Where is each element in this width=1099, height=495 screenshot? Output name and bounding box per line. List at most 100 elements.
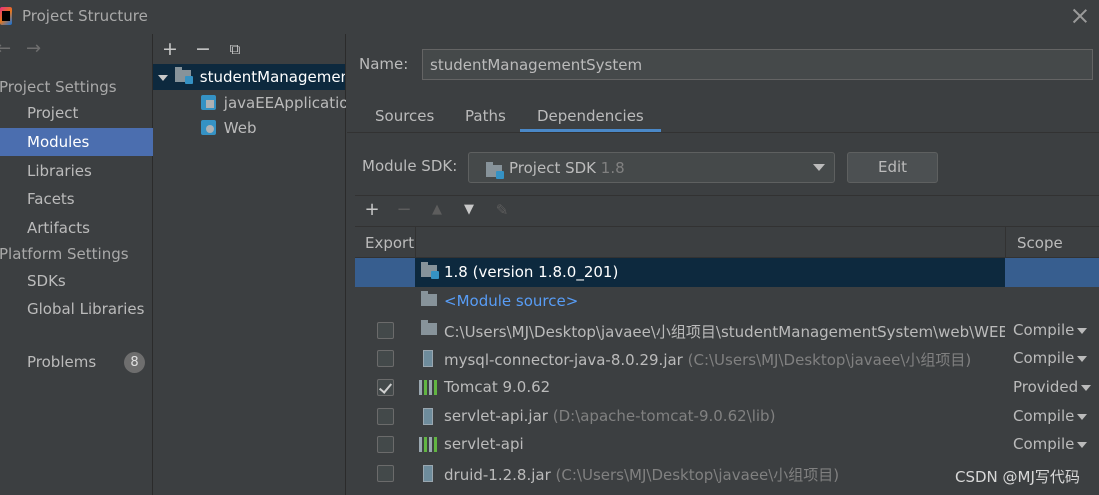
table-row[interactable]: C:\Users\MJ\Desktop\javaee\小组项目\studentM… [355,316,1099,345]
chevron-down-icon [1077,355,1088,362]
forward-arrow-icon[interactable]: → [26,40,44,58]
remove-icon[interactable]: − [194,40,212,59]
folder-icon [421,320,437,335]
tab-dependencies[interactable]: Dependencies [520,100,661,132]
scope-dropdown[interactable]: Compile [1013,435,1088,453]
export-checkbox[interactable] [377,350,394,367]
sdk-folder-icon [486,162,504,179]
web-facet-icon [201,119,216,135]
jdk-folder-icon [421,262,439,279]
scope-dropdown[interactable]: Compile [1013,407,1088,425]
tree-node-facet-web[interactable]: Web [153,115,346,141]
nav-item-modules[interactable]: Modules [0,128,153,156]
edit-sdk-button[interactable]: Edit [847,152,938,183]
add-dependency-icon[interactable]: + [363,200,381,220]
module-name-input[interactable] [422,49,1093,80]
table-row[interactable]: 1.8 (version 1.8.0_201) [355,258,1099,287]
export-checkbox-checked[interactable] [377,379,394,396]
module-sdk-label: Module SDK: [362,157,458,175]
csdn-watermark: CSDN @MJ写代码 [955,468,1080,486]
column-header-scope[interactable]: Scope [1017,234,1063,252]
javaee-facet-icon [201,94,216,110]
scope-dropdown[interactable]: Compile [1013,349,1088,367]
table-row[interactable]: mysql-connector-java-8.0.29.jar (C:\User… [355,344,1099,373]
nav-item-global-libraries[interactable]: Global Libraries [0,295,153,323]
table-row[interactable]: Tomcat 9.0.62 Provided [355,373,1099,402]
nav-item-libraries[interactable]: Libraries [0,157,153,185]
scope-dropdown[interactable]: Provided [1013,378,1092,396]
tree-node-label: Web [223,119,257,137]
jar-icon [423,408,433,425]
module-source-icon [421,291,437,306]
close-icon[interactable] [1070,6,1090,26]
module-folder-icon [175,67,193,84]
nav-item-project[interactable]: Project [0,99,153,127]
column-divider[interactable] [415,227,416,258]
tab-divider [347,132,1099,133]
edit-pencil-icon[interactable]: ✎ [493,200,511,220]
scope-dropdown[interactable]: Compile [1013,321,1088,339]
column-divider[interactable] [1005,227,1006,258]
module-sdk-dropdown[interactable]: Project SDK 1.8 [468,152,835,183]
scope-value: Compile [1013,349,1075,367]
library-icon [419,437,437,452]
intellij-logo-icon [0,7,12,25]
sdk-selected-value: Project SDK 1.8 [509,159,625,177]
export-checkbox[interactable] [377,322,394,339]
table-row[interactable]: servlet-api.jar (D:\apache-tomcat-9.0.62… [355,402,1099,431]
nav-item-artifacts[interactable]: Artifacts [0,214,153,242]
move-down-icon[interactable]: ▼ [460,200,478,220]
dependency-label: servlet-api.jar (D:\apache-tomcat-9.0.62… [444,407,775,425]
nav-item-facets[interactable]: Facets [0,185,153,213]
add-icon[interactable]: + [161,40,179,59]
sdk-version: 1.8 [600,159,625,177]
dependency-path: (D:\apache-tomcat-9.0.62\lib) [552,407,776,425]
row-selection-highlight [355,258,415,287]
column-header-export[interactable]: Export [365,234,414,252]
dependency-name: C:\Users\MJ\Desktop\javaee\小组项目\studentM… [444,323,1005,341]
scope-value: Provided [1013,378,1079,396]
library-icon [419,380,437,395]
export-checkbox[interactable] [377,465,394,482]
chevron-down-icon [1077,327,1088,334]
problems-count-badge: 8 [124,352,145,373]
dependency-path: (C:\Users\MJ\Desktop\javaee\小组项目) [555,466,840,484]
scope-value: Compile [1013,407,1075,425]
nav-item-sdks[interactable]: SDKs [0,267,153,295]
tree-node-label: javaEEApplication [223,94,346,112]
remove-dependency-icon[interactable]: − [395,200,413,220]
dependency-name: druid-1.2.8.jar [444,466,551,484]
row-selection-highlight [1005,258,1099,287]
tab-sources[interactable]: Sources [358,100,451,132]
table-row[interactable]: servlet-api Compile [355,430,1099,459]
copy-icon[interactable]: ⧉ [226,40,244,58]
jar-icon [423,350,433,367]
dependency-name: servlet-api [444,435,524,453]
table-header [355,227,1099,258]
tree-node-label: studentManagementSystem [199,68,345,86]
dependency-name: 1.8 (version 1.8.0_201) [444,263,619,281]
chevron-down-icon [1081,384,1092,391]
tree-node-root[interactable]: studentManagementSystem [153,64,345,90]
name-label: Name: [359,55,409,73]
window-title: Project Structure [22,7,148,25]
tab-paths[interactable]: Paths [448,100,523,132]
back-arrow-icon[interactable]: ← [0,40,14,58]
title-bar [0,0,1099,34]
scope-value: Compile [1013,321,1075,339]
table-row[interactable]: <Module source> [355,287,1099,316]
jar-icon [423,465,433,482]
nav-section-project-settings: Project Settings [0,78,117,96]
chevron-down-icon [813,164,825,171]
scope-value: Compile [1013,435,1075,453]
export-checkbox[interactable] [377,436,394,453]
tree-node-facet-javaee[interactable]: javaEEApplication [153,90,346,116]
sdk-name: Project SDK [509,159,596,177]
nav-section-platform-settings: Platform Settings [0,245,129,263]
expand-caret-icon[interactable] [158,74,168,81]
dependency-name: <Module source> [444,292,579,310]
export-checkbox[interactable] [377,408,394,425]
dependency-name: mysql-connector-java-8.0.29.jar [444,351,683,369]
dependency-name: servlet-api.jar [444,407,548,425]
move-up-icon[interactable]: ▲ [428,200,446,220]
